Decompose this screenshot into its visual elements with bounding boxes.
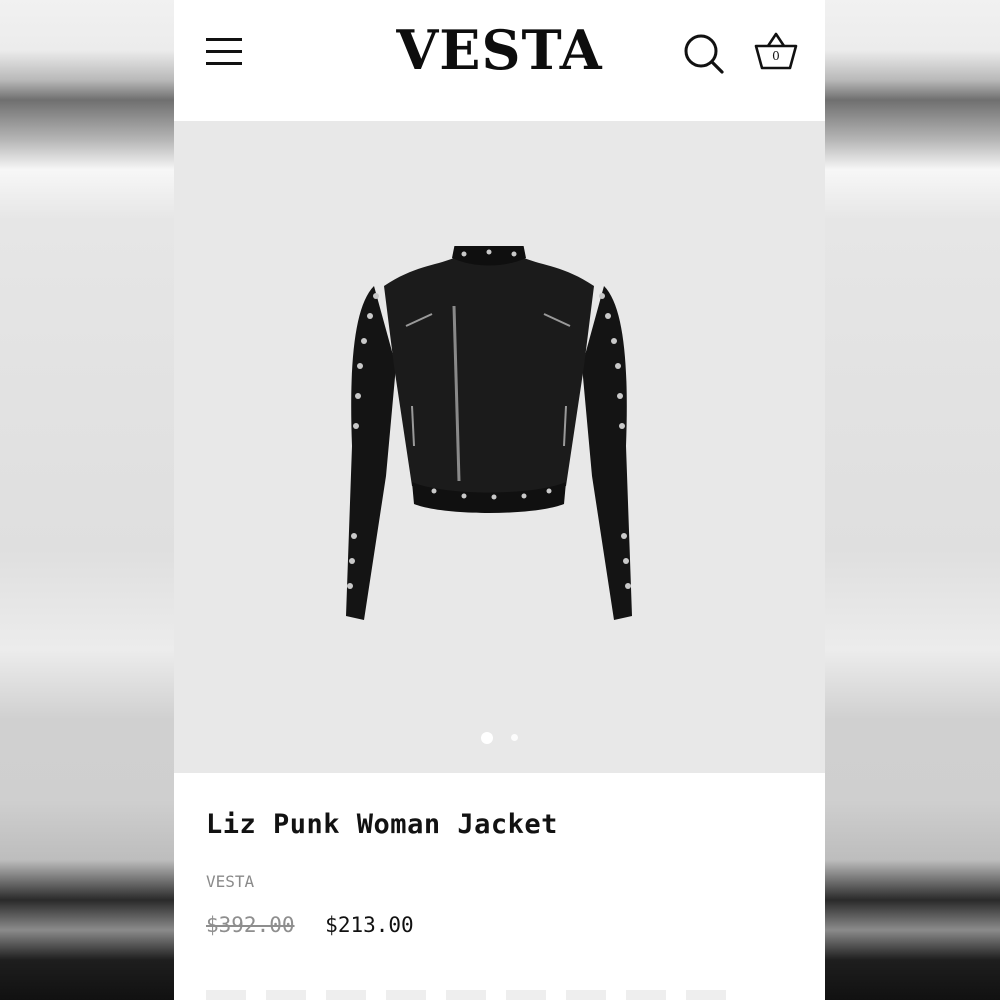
product-image-jacket[interactable] [334,246,644,651]
gallery-dot-2[interactable] [511,734,519,742]
site-logo[interactable]: VESTA [174,18,825,82]
blurred-backdrop-right [824,0,1000,1000]
sale-price: $213.00 [325,913,414,937]
cart-count-badge: 0 [772,49,780,63]
mobile-page: VESTA 0 Liz Punk Woman Jacket VESTA $392… [174,0,825,1000]
search-icon[interactable] [682,32,726,76]
product-prices: $392.00 $213.00 [206,913,796,937]
gallery-pagination [174,729,825,744]
product-title: Liz Punk Woman Jacket [206,809,558,840]
product-info: Liz Punk Woman Jacket VESTA $392.00 $213… [206,773,796,937]
cart-basket-icon[interactable]: 0 [752,28,800,76]
product-gallery[interactable] [174,121,825,773]
site-header: VESTA 0 [174,0,825,121]
gallery-dot-1[interactable] [480,731,493,744]
blurred-backdrop-left [0,0,174,1000]
description-cutoff [206,990,726,1000]
compare-at-price: $392.00 [206,913,295,937]
product-vendor[interactable]: VESTA [206,872,796,891]
